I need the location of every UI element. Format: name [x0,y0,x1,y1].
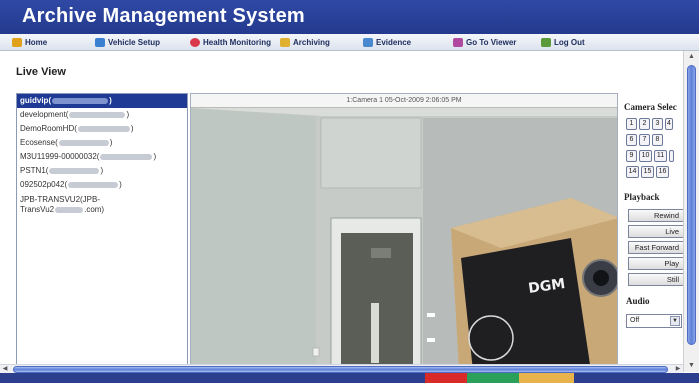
nav-health-monitoring[interactable]: Health Monitoring [190,36,271,49]
live-button[interactable]: Live [628,225,684,238]
redacted-ip [49,168,100,174]
camera-button-14[interactable]: 14 [626,166,639,178]
camera-feed: DGM [191,108,617,369]
camera-button-10[interactable]: 10 [639,150,652,162]
nav-label: Health Monitoring [203,38,271,47]
device-suffix: ) [109,138,113,147]
nav-label: Go To Viewer [466,38,517,47]
device-suffix: ) [130,124,134,133]
redacted-domain [55,206,84,213]
nav-label: Archiving [293,38,330,47]
device-suffix: .com) [84,205,105,214]
camera-button-11[interactable]: 11 [654,150,667,162]
camera-button-6[interactable]: 6 [626,134,637,146]
audio-select[interactable]: Off ▼ [626,314,682,328]
redacted-ip [68,182,119,188]
playback-label: Playback [624,192,660,202]
nav-label: Log Out [554,38,585,47]
camera-button-4[interactable]: 4 [665,118,673,130]
camera-button-15[interactable]: 15 [641,166,654,178]
nav-vehicle-setup[interactable]: Vehicle Setup [95,36,160,49]
page-title: Live View [16,66,66,78]
scroll-up-icon[interactable]: ▲ [684,51,699,63]
nav-label: Home [25,38,48,47]
play-button[interactable]: Play [628,257,684,270]
camera-button-1[interactable]: 1 [626,118,637,130]
redacted-ip [58,140,109,146]
device-item[interactable]: M3U11999-00000032( ) [17,150,187,164]
device-suffix: ) [109,96,112,105]
camera-button-2[interactable]: 2 [639,118,650,130]
device-name: development( [20,110,69,119]
device-suffix: ) [153,152,157,161]
camera-button-9[interactable]: 9 [626,150,637,162]
footer-band [0,373,699,383]
redacted-ip [77,126,130,132]
device-name: PSTN1( [20,166,49,175]
video-panel[interactable]: 1:Camera 1 05-Oct-2009 2:06:05 PM DGM [190,93,618,370]
nav-archiving[interactable]: Archiving [280,36,330,49]
nav-home[interactable]: Home [12,36,47,49]
scrollbar-thumb[interactable] [13,366,668,373]
logout-icon [541,38,551,47]
device-name: JPB-TRANSVU2(JPB- [20,195,101,204]
redacted-ip [52,98,109,104]
horizontal-scrollbar[interactable]: ◀ ▶ [0,364,683,373]
archive-icon [280,38,290,47]
footer-stripe [467,373,519,383]
app-window: Archive Management System Home Vehicle S… [0,0,699,383]
title-bar: Archive Management System [0,0,699,34]
still-button[interactable]: Still [628,273,684,286]
camera-button-8[interactable]: 8 [652,134,663,146]
device-name: Ecosense( [20,138,58,147]
camera-select-label: Camera Selec [624,102,677,112]
camera-button-3[interactable]: 3 [652,118,663,130]
nav-bar: Home Vehicle Setup Health Monitoring Arc… [0,34,699,51]
device-item[interactable]: DemoRoomHD( ) [17,122,187,136]
device-name: guidvip( [20,96,52,105]
health-icon [190,38,200,47]
device-suffix: ) [126,110,130,119]
device-item[interactable]: development( ) [17,108,187,122]
nav-log-out[interactable]: Log Out [541,36,585,49]
device-name: 092502p042( [20,180,68,189]
camera-button-7[interactable]: 7 [639,134,650,146]
device-suffix: ) [100,166,104,175]
device-item[interactable]: PSTN1( ) [17,164,187,178]
home-icon [12,38,22,47]
device-item[interactable]: guidvip( ) [17,94,187,108]
vehicle-icon [95,38,105,47]
nav-go-to-viewer[interactable]: Go To Viewer [453,36,516,49]
chevron-down-icon: ▼ [670,316,680,326]
redacted-ip [69,112,126,118]
device-name: DemoRoomHD( [20,124,77,133]
device-item[interactable]: 092502p042( ) [17,178,187,192]
redacted-ip [100,154,153,160]
vertical-scrollbar[interactable]: ▲ ▼ [683,51,699,372]
footer-stripe [425,373,467,383]
device-item[interactable]: JPB-TRANSVU2(JPB- TransVu2 .com) [17,192,187,218]
device-item[interactable]: Ecosense( ) [17,136,187,150]
audio-label: Audio [626,296,650,306]
app-title: Archive Management System [22,5,305,27]
device-name-line2: TransVu2 [20,205,55,214]
scrollbar-thumb[interactable] [687,65,696,345]
nav-evidence[interactable]: Evidence [363,36,411,49]
audio-value: Off [630,317,640,324]
evidence-icon [363,38,373,47]
fast-forward-button[interactable]: Fast Forward [628,241,684,254]
device-list: guidvip( ) development( ) DemoRoomHD( ) … [16,93,188,370]
nav-label: Vehicle Setup [108,38,161,47]
device-suffix: ) [119,180,122,189]
footer-stripe [519,373,574,383]
device-name: M3U11999-00000032( [20,152,100,161]
nav-label: Evidence [376,38,412,47]
rewind-button[interactable]: Rewind [628,209,684,222]
viewer-icon [453,38,463,47]
camera-button-16[interactable]: 16 [656,166,669,178]
video-caption: 1:Camera 1 05-Oct-2009 2:06:05 PM [191,94,617,108]
scroll-down-icon[interactable]: ▼ [684,360,699,372]
camera-button-12[interactable] [669,150,674,162]
